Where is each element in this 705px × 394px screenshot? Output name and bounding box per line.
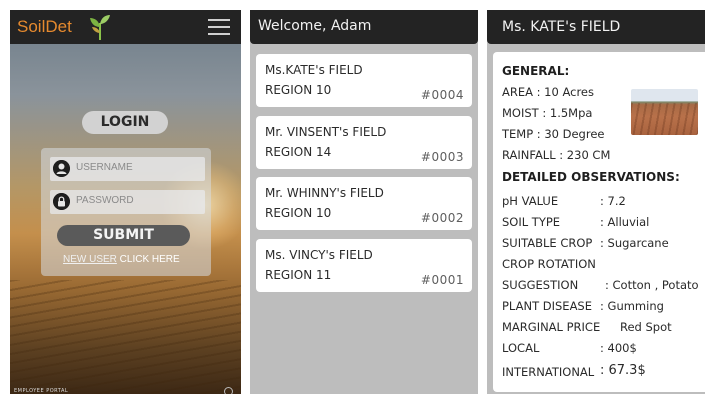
- international-value: : 67.3$: [600, 363, 646, 378]
- ph-value: : 7.2: [600, 194, 626, 208]
- lock-icon: [53, 193, 70, 210]
- moist-value: MOIST : 1.5Mpa: [502, 106, 593, 120]
- click-here-text[interactable]: CLICK HERE: [117, 254, 180, 265]
- password-placeholder: PASSWORD: [76, 195, 134, 206]
- settings-icon[interactable]: [224, 387, 233, 394]
- detail-title: Ms. KATE's FIELD: [502, 19, 621, 35]
- field-region: REGION 10: [265, 83, 332, 97]
- detailed-observations-heading: DETAILED OBSERVATIONS:: [502, 170, 680, 184]
- field-id: #0002: [420, 211, 464, 225]
- field-card[interactable]: Mr. VINSENT's FIELD REGION 14 #0003: [256, 116, 472, 169]
- plant-disease-label: PLANT DISEASE: [502, 299, 593, 313]
- welcome-title: Welcome, Adam: [258, 18, 372, 34]
- brand-title: SoilDet: [17, 17, 72, 36]
- international-label: INTERNATIONAL: [502, 365, 595, 379]
- footer-label: EMPLOYEE PORTAL: [14, 388, 69, 394]
- login-form: USERNAME PASSWORD SUBMIT NEW USER CLICK …: [41, 148, 211, 276]
- login-screen: SoilDet LOGIN USERNAME PASSWORD SUBMIT N…: [10, 10, 241, 394]
- ph-label: pH VALUE: [502, 194, 559, 208]
- plant-disease-value: : Gumming: [600, 299, 664, 313]
- new-user-link[interactable]: NEW USER: [63, 254, 117, 265]
- detail-header: Ms. KATE's FIELD: [487, 10, 705, 44]
- suitable-crop-value: : Sugarcane: [600, 236, 669, 250]
- password-field[interactable]: PASSWORD: [50, 190, 205, 214]
- field-card[interactable]: Mr. WHINNY's FIELD REGION 10 #0002: [256, 177, 472, 230]
- field-card[interactable]: Ms. VINCY's FIELD REGION 11 #0001: [256, 239, 472, 292]
- hamburger-menu-icon[interactable]: [208, 19, 230, 36]
- local-label: LOCAL: [502, 341, 540, 355]
- field-name: Mr. VINSENT's FIELD: [265, 125, 387, 139]
- detail-card: GENERAL: AREA : 10 Acres MOIST : 1.5Mpa …: [493, 52, 705, 392]
- soil-type-value: : Alluvial: [600, 215, 650, 229]
- list-header: Welcome, Adam: [250, 10, 478, 44]
- crop-rotation-label: CROP ROTATION: [502, 257, 596, 271]
- field-soil-image: [631, 89, 698, 135]
- username-placeholder: USERNAME: [76, 162, 133, 173]
- local-value: : 400$: [600, 341, 637, 355]
- wheat-field-background: [10, 280, 241, 394]
- suggestion-label: SUGGESTION: [502, 278, 579, 292]
- marginal-price-label: MARGINAL PRICE: [502, 320, 601, 334]
- field-name: Ms.KATE's FIELD: [265, 63, 363, 77]
- field-detail-screen: Ms. KATE's FIELD GENERAL: AREA : 10 Acre…: [487, 10, 705, 394]
- new-user-register-link[interactable]: NEW USER CLICK HERE: [63, 254, 180, 265]
- field-id: #0001: [420, 273, 464, 287]
- login-header: SoilDet: [10, 10, 241, 44]
- field-region: REGION 11: [265, 268, 332, 282]
- area-value: AREA : 10 Acres: [502, 85, 594, 99]
- submit-button[interactable]: SUBMIT: [57, 225, 190, 246]
- field-name: Ms. VINCY's FIELD: [265, 248, 373, 262]
- suitable-crop-label: SUITABLE CROP: [502, 236, 593, 250]
- field-name: Mr. WHINNY's FIELD: [265, 186, 384, 200]
- username-field[interactable]: USERNAME: [50, 157, 205, 181]
- field-id: #0003: [420, 150, 464, 164]
- field-region: REGION 14: [265, 145, 332, 159]
- rainfall-value: RAINFALL : 230 CM: [502, 148, 611, 162]
- field-id: #0004: [420, 88, 464, 102]
- field-card[interactable]: Ms.KATE's FIELD REGION 10 #0004: [256, 54, 472, 107]
- marginal-price-value: Red Spot: [620, 320, 672, 334]
- user-icon: [53, 160, 70, 177]
- soil-type-label: SOIL TYPE: [502, 215, 561, 229]
- general-heading: GENERAL:: [502, 64, 570, 78]
- suggestion-value: : Cotton , Potato: [605, 278, 699, 292]
- temp-value: TEMP : 30 Degree: [502, 127, 605, 141]
- login-label: LOGIN: [82, 111, 168, 134]
- sprout-logo-icon: [90, 15, 110, 40]
- field-region: REGION 10: [265, 206, 332, 220]
- field-list-screen: Welcome, Adam Ms.KATE's FIELD REGION 10 …: [250, 10, 478, 394]
